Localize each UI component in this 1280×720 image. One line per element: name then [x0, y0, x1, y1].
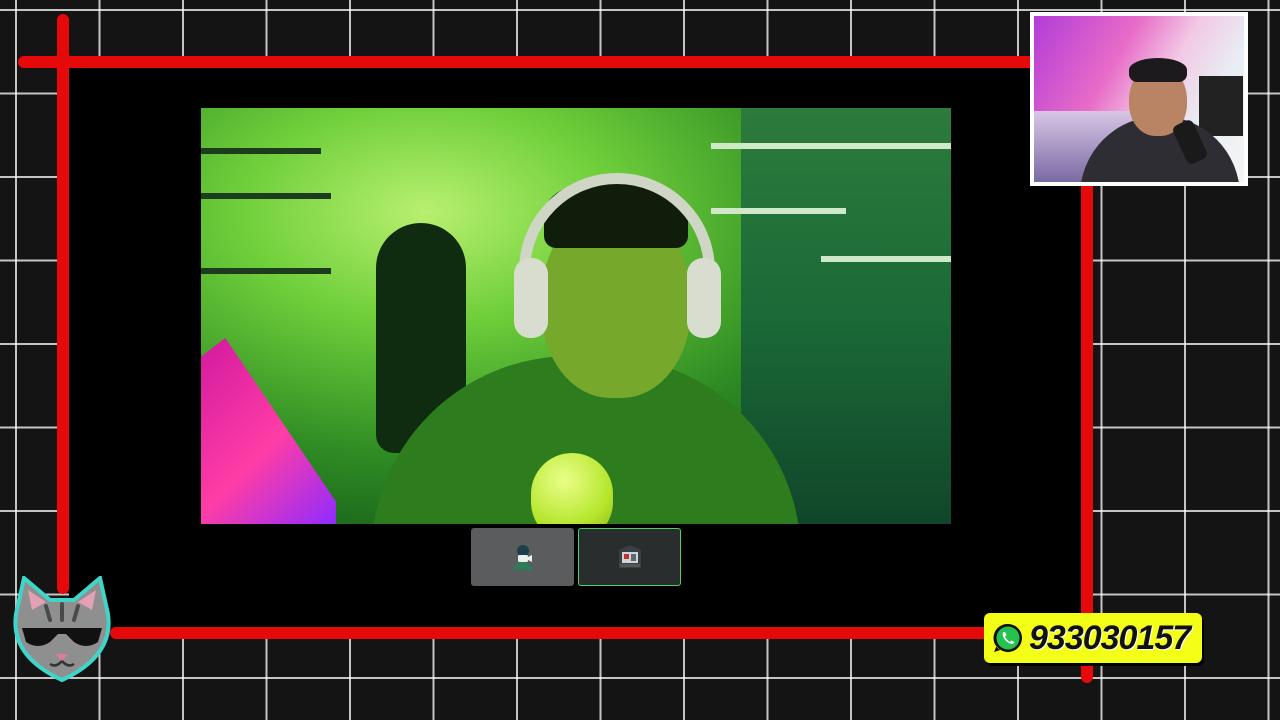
- shelf: [201, 268, 331, 274]
- shelf: [201, 193, 331, 199]
- headphones-band: [519, 173, 715, 323]
- pip-webcam-feed[interactable]: [1030, 12, 1248, 186]
- camera-person-icon: [511, 545, 534, 570]
- pink-lamp: [201, 338, 336, 524]
- frame-line-top: [18, 56, 1098, 68]
- headphone-cup-right: [687, 258, 721, 338]
- pip-monitor: [1199, 76, 1243, 136]
- shelf: [711, 143, 951, 149]
- pip-person-hair: [1129, 58, 1187, 82]
- desk-scene-icon: [618, 545, 641, 568]
- whatsapp-number: 933030157: [1029, 619, 1191, 657]
- cat-sunglasses-logo: [13, 576, 111, 683]
- frame-line-bottom: [110, 627, 1100, 639]
- camera-switch-button-1[interactable]: [471, 528, 574, 586]
- headphone-cup-left: [514, 258, 548, 338]
- shelf: [201, 148, 321, 154]
- shelf: [711, 208, 846, 214]
- frame-line-left: [57, 14, 69, 594]
- whatsapp-icon: [990, 620, 1026, 656]
- stream-overlay: 933030157: [0, 0, 1280, 720]
- camera-switch-button-2[interactable]: [578, 528, 681, 586]
- pip-video: [1034, 16, 1244, 182]
- whatsapp-contact-badge[interactable]: 933030157: [984, 613, 1202, 663]
- frame-line-right: [1081, 175, 1093, 683]
- shelf: [821, 256, 951, 262]
- main-webcam-feed[interactable]: [201, 108, 951, 524]
